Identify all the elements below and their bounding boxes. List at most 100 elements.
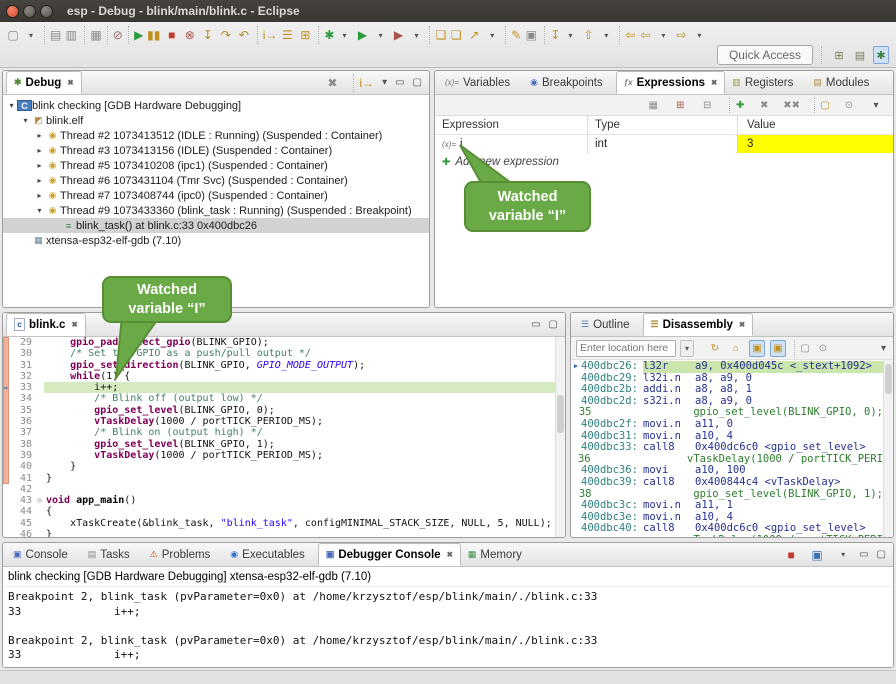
cpp-perspective-button[interactable]: ▤	[852, 46, 868, 64]
breakpoint-arrow-icon[interactable]	[3, 439, 12, 450]
close-tab-icon[interactable]: ✖	[711, 78, 717, 87]
remove-all-terminated-button[interactable]: ✖	[324, 74, 340, 92]
breakpoint-arrow-icon[interactable]	[3, 461, 12, 472]
quick-access-button[interactable]: Quick Access	[717, 45, 813, 65]
breakpoint-arrow-icon[interactable]	[3, 473, 12, 484]
fold-icon[interactable]	[35, 416, 44, 427]
code-line[interactable]: 31 gpio_set_direction(BLINK_GPIO, GPIO_M…	[3, 360, 555, 371]
sync-selection-toggle[interactable]: ▣	[770, 340, 786, 357]
breakpoint-arrow-icon[interactable]	[3, 405, 12, 416]
breakpoint-arrow-icon[interactable]	[3, 518, 12, 529]
skip-all-breakpoints-button[interactable]: ⊘	[107, 26, 123, 44]
tree-item-launch[interactable]: ▾ C blink checking [GDB Hardware Debuggi…	[3, 98, 429, 113]
toggle-mark-occurrences-button[interactable]: ▣	[523, 26, 539, 44]
code-line[interactable]: 34 /* Blink off (output low) */	[3, 393, 555, 404]
disassembly-line[interactable]: 400dbc2f: movi.na11, 0	[571, 419, 883, 431]
code-line[interactable]: 39 vTaskDelay(1000 / portTICK_PERIOD_MS)…	[3, 450, 555, 461]
code-line[interactable]: 35 gpio_set_level(BLINK_GPIO, 0);	[3, 405, 555, 416]
minimize-view-icon[interactable]: ▭	[531, 319, 540, 330]
close-tab-icon[interactable]: ✖	[67, 78, 73, 87]
open-perspective-button[interactable]: ⊞	[831, 46, 847, 64]
fold-icon[interactable]	[35, 506, 44, 517]
code-line[interactable]: 45 xTaskCreate(&blink_task, "blink_task"…	[3, 518, 555, 529]
step-over-button[interactable]: ↷	[218, 26, 234, 44]
console-output[interactable]: Breakpoint 2, blink_task (pvParameter=0x…	[3, 587, 893, 667]
column-expression[interactable]: Expression	[435, 119, 587, 131]
save-all-button[interactable]: ▥	[63, 26, 79, 44]
tree-item-gdb[interactable]: ▦ xtensa-esp32-elf-gdb (7.10)	[3, 233, 429, 248]
tab-disassembly[interactable]: ☰ Disassembly ✖	[643, 313, 754, 336]
save-button[interactable]: ▤	[44, 26, 61, 44]
breakpoint-arrow-icon[interactable]	[3, 427, 12, 438]
open-project-button[interactable]: ❏	[429, 26, 446, 44]
disassembly-line[interactable]: vTaskDelay(1000 / portTICK_PERI	[571, 535, 883, 537]
format-button[interactable]: ✎	[505, 26, 521, 44]
tab-variables[interactable]: (x)= Variables	[438, 71, 523, 94]
tab-tasks[interactable]: ▤ Tasks	[81, 543, 143, 566]
tree-expand-arrow[interactable]: ▸	[34, 191, 45, 200]
back2-button[interactable]: ⇦	[637, 26, 653, 44]
tab-blink-c[interactable]: c blink.c ✖	[6, 313, 86, 336]
code-line[interactable]: 38 gpio_set_level(BLINK_GPIO, 1);	[3, 439, 555, 450]
column-type[interactable]: Type	[587, 116, 737, 134]
disassembly-content[interactable]: ▶ 400dbc26: l32ra9, 0x400d045c <_stext+1…	[571, 360, 883, 537]
external-tools-button[interactable]: ▶	[390, 26, 406, 44]
editor-content[interactable]: 29 gpio_pad_select_gpio(BLINK_GPIO); 30 …	[3, 337, 565, 537]
close-tab-icon[interactable]: ✖	[447, 550, 453, 559]
fold-icon[interactable]	[35, 360, 44, 371]
back-dropdown[interactable]: ▾	[655, 26, 671, 44]
code-line[interactable]: 32 while(1) {	[3, 371, 555, 382]
breakpoint-arrow-icon[interactable]	[3, 529, 12, 537]
new-view-button[interactable]: ▢	[814, 97, 830, 113]
open-resource-button[interactable]: ❏	[448, 26, 464, 44]
maximize-view-icon[interactable]: ▢	[413, 77, 422, 88]
suspend-button[interactable]: ▮▮	[146, 26, 162, 44]
instruction-stepping-toggle[interactable]: i→	[353, 74, 374, 92]
tree-expand-arrow[interactable]: ▸	[34, 131, 45, 140]
tree-expand-arrow[interactable]: ▾	[34, 206, 45, 215]
tree-item-thread-7[interactable]: ▸ ◉ Thread #7 1073408744 (ipc0) (Suspend…	[3, 188, 429, 203]
maximize-view-icon[interactable]: ▢	[877, 549, 886, 560]
tab-modules[interactable]: ▤ Modules	[806, 71, 882, 94]
fold-icon[interactable]	[35, 348, 44, 359]
breakpoint-arrow-icon[interactable]	[3, 416, 12, 427]
last-edit-location-button[interactable]: ↧	[544, 26, 560, 44]
step-into-button[interactable]: ↧	[200, 26, 216, 44]
fold-icon[interactable]	[35, 450, 44, 461]
breakpoint-arrow-icon[interactable]	[3, 506, 12, 517]
tree-item-thread-9[interactable]: ▾ ◉ Thread #9 1073433360 (blink_task : R…	[3, 203, 429, 218]
disconnect-button[interactable]: ⊗	[182, 26, 198, 44]
tree-expand-arrow[interactable]: ▸	[34, 146, 45, 155]
disassembly-line[interactable]: 400dbc3c: movi.na11, 1	[571, 500, 883, 512]
new-view-button[interactable]: ▢	[794, 340, 810, 357]
remove-all-expressions-button[interactable]: ✖✖	[783, 97, 800, 113]
tree-expand-arrow[interactable]: ▸	[34, 161, 45, 170]
tree-expand-arrow[interactable]: ▾	[20, 116, 31, 125]
flash-dropdown[interactable]: ▾	[484, 26, 500, 44]
tab-expressions[interactable]: ƒx Expressions ✖	[616, 71, 726, 94]
tab-memory[interactable]: ▦ Memory	[461, 543, 535, 566]
new-dropdown[interactable]: ▾	[23, 26, 39, 44]
breakpoint-arrow-icon[interactable]	[3, 484, 12, 495]
show-source-toggle[interactable]: ▣	[749, 340, 765, 357]
maximize-view-icon[interactable]: ▢	[549, 319, 558, 330]
column-value[interactable]: Value	[737, 116, 893, 134]
show-type-names-button[interactable]: ▦	[645, 97, 661, 113]
forward-dropdown[interactable]: ▾	[691, 26, 707, 44]
home-button[interactable]: ⌂	[728, 340, 744, 357]
minimize-view-icon[interactable]: ▭	[859, 549, 868, 560]
code-line[interactable]: 37 /* Blink on (output high) */	[3, 427, 555, 438]
minimize-button[interactable]	[23, 5, 36, 18]
tree-expand-arrow[interactable]: ▾	[6, 101, 17, 110]
disassembly-line[interactable]: ▶ 400dbc26: l32ra9, 0x400d045c <_stext+1…	[571, 361, 883, 373]
fold-icon[interactable]	[35, 405, 44, 416]
breakpoint-arrow-icon[interactable]	[3, 393, 12, 404]
code-line[interactable]: 42	[3, 484, 555, 495]
tab-console[interactable]: ▣ Console	[6, 543, 81, 566]
code-line[interactable]: 40 }	[3, 461, 555, 472]
tree-item-thread-6[interactable]: ▸ ◉ Thread #6 1073431104 (Tmr Svc) (Susp…	[3, 173, 429, 188]
expression-row[interactable]: (x)=i int 3	[435, 135, 893, 153]
minimize-view-icon[interactable]: ▭	[395, 77, 404, 88]
fold-icon[interactable]	[35, 484, 44, 495]
breakpoint-arrow-icon[interactable]	[3, 371, 12, 382]
